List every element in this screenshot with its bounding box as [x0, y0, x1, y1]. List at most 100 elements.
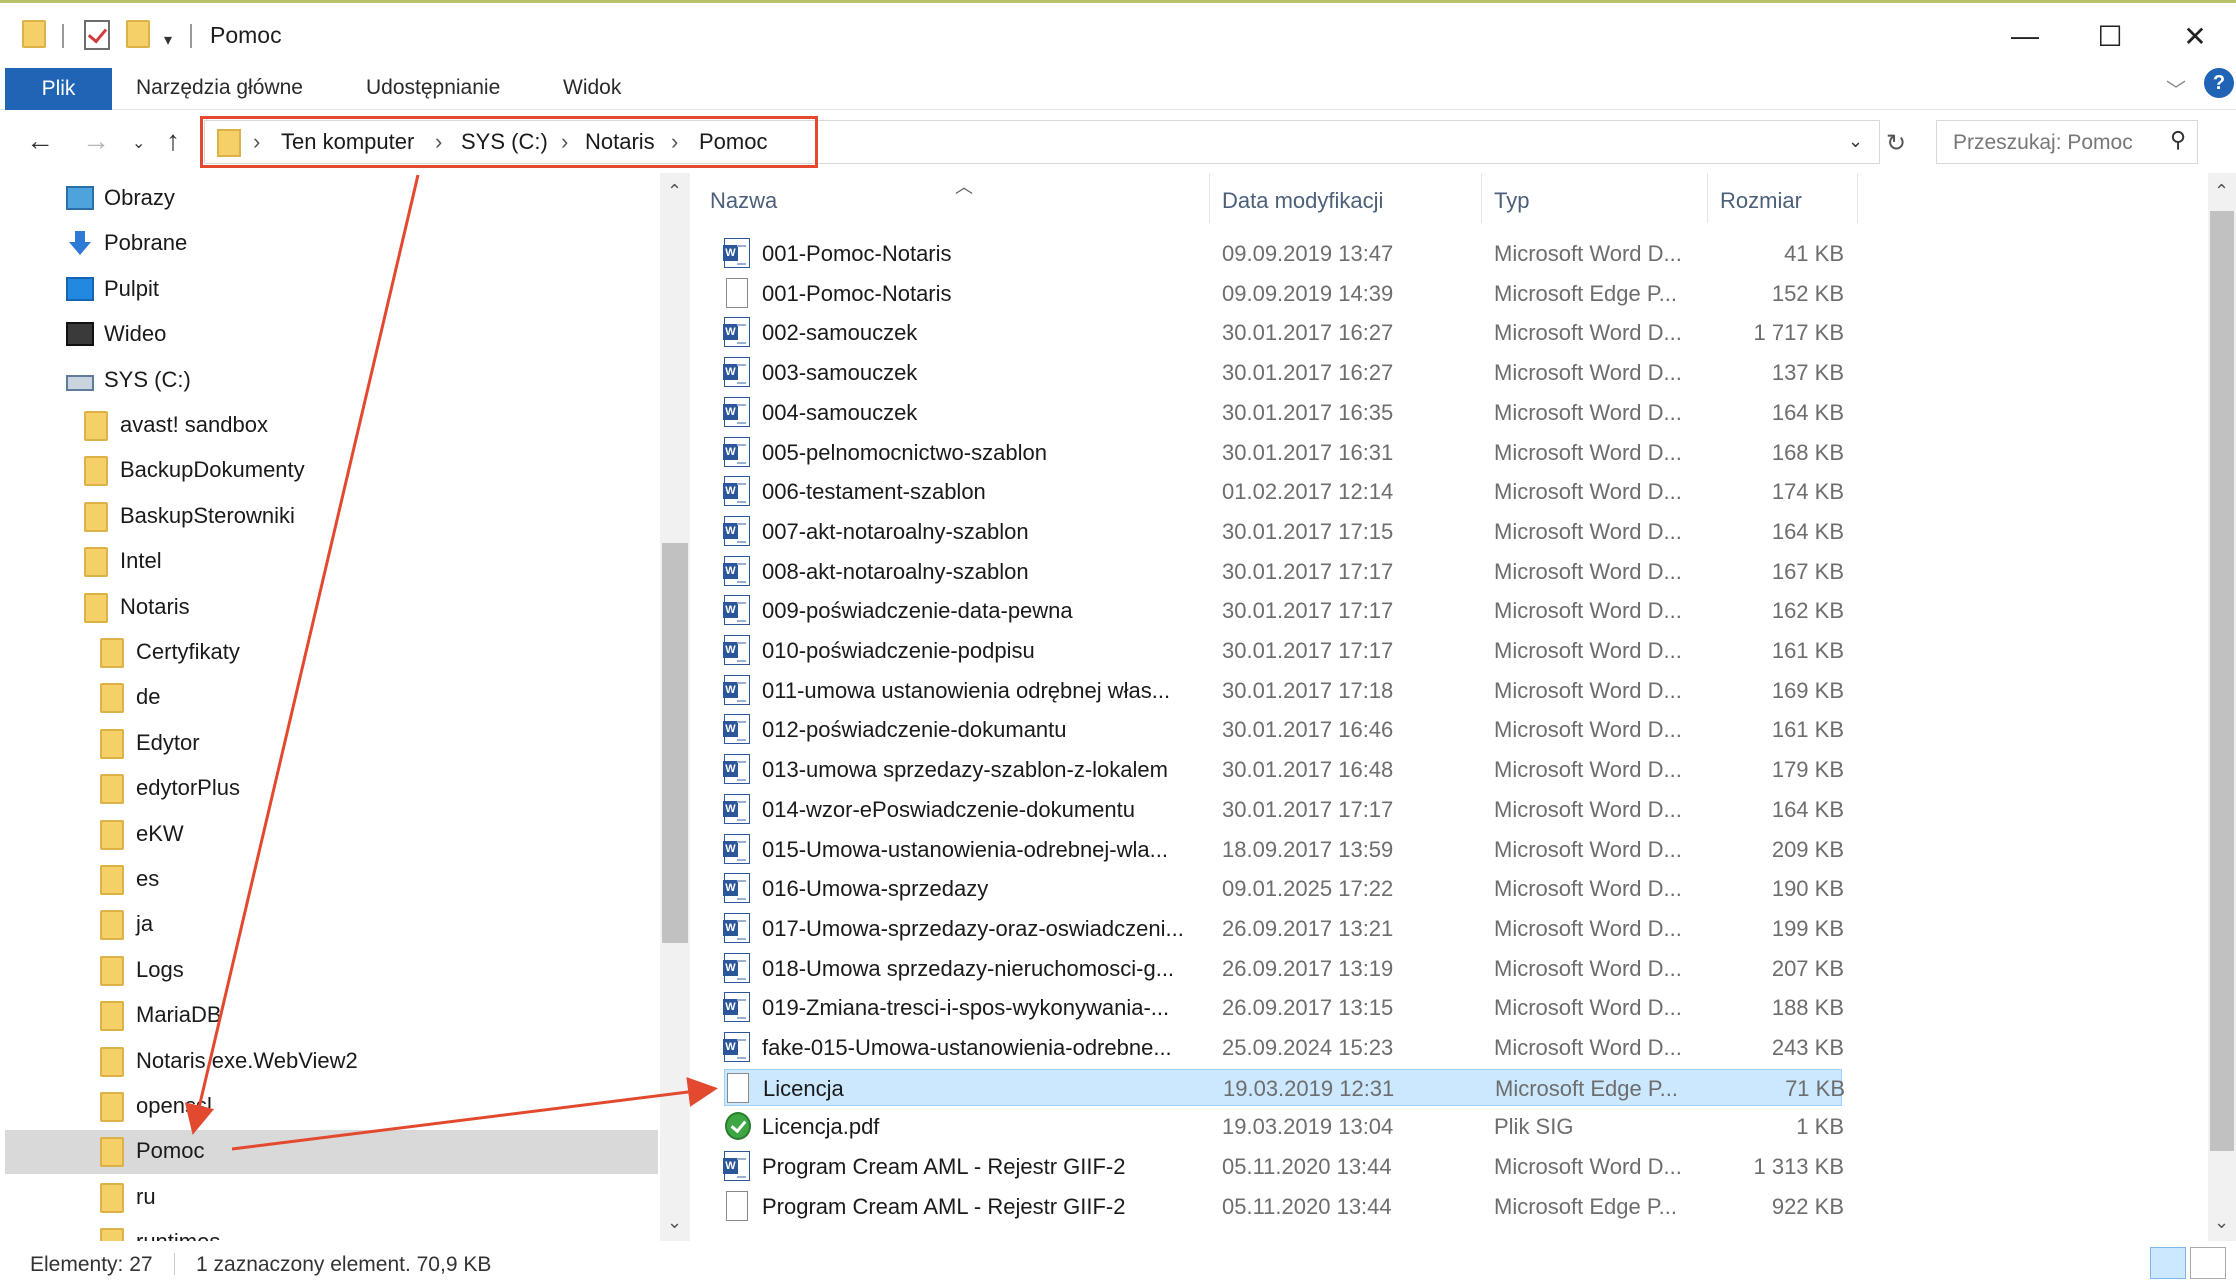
file-row[interactable]: 018-Umowa sprzedazy-nieruchomosci-g... 26…	[723, 950, 1844, 987]
file-row[interactable]: fake-015-Umowa-ustanowienia-odrebne... 25…	[723, 1029, 1844, 1066]
file-row[interactable]: 006-testament-szablon 01.02.2017 12:14 Mic…	[723, 473, 1844, 510]
tree-item[interactable]: SYS (C:)	[0, 359, 660, 403]
file-row[interactable]: 007-akt-notaroalny-szablon 30.01.2017 17:…	[723, 513, 1844, 550]
search-input[interactable]: Przeszukaj: Pomoc	[1953, 131, 2133, 155]
column-header-type[interactable]: Typ	[1494, 173, 1694, 223]
tree-item[interactable]: Edytor	[0, 722, 660, 766]
tree-item[interactable]: MariaDB	[0, 994, 660, 1038]
properties-icon[interactable]	[84, 20, 110, 50]
tree-item[interactable]: Certyfikaty	[0, 631, 660, 675]
file-list[interactable]: ︿ Nazwa Data modyfikacji Typ Rozmiar 001…	[690, 173, 2210, 1241]
maximize-button[interactable]: ☐	[2070, 14, 2150, 58]
tree-item[interactable]: es	[0, 858, 660, 902]
tab-widok[interactable]: Widok	[563, 76, 621, 100]
tab-udostepnianie[interactable]: Udostępnianie	[366, 76, 500, 100]
tree-item[interactable]: Pobrane	[0, 222, 660, 266]
column-divider[interactable]	[1857, 173, 1858, 223]
file-row[interactable]: 015-Umowa-ustanowienia-odrebnej-wla... 18…	[723, 831, 1844, 868]
file-row[interactable]: 001-Pomoc-Notaris 09.09.2019 14:39 Microso…	[724, 275, 1844, 312]
column-divider[interactable]	[1707, 173, 1708, 223]
breadcrumb-separator[interactable]: ›	[253, 129, 260, 155]
forward-arrow-icon[interactable]: →	[82, 125, 110, 157]
search-icon[interactable]: ⚲	[2170, 127, 2186, 153]
help-icon[interactable]: ?	[2204, 68, 2234, 98]
scroll-down-icon[interactable]: ⌄	[667, 1212, 682, 1233]
tree-item[interactable]: Obrazy	[0, 177, 660, 221]
breadcrumb-separator[interactable]: ›	[671, 129, 678, 155]
file-row[interactable]: Licencja 19.03.2019 12:31 Microsoft Edge P…	[724, 1069, 1845, 1106]
file-row[interactable]: Program Cream AML - Rejestr GIIF-2 05.11.…	[723, 1148, 1844, 1185]
tree-item[interactable]: Intel	[0, 540, 660, 584]
up-arrow-icon[interactable]: ↑	[166, 125, 180, 157]
breadcrumb-pomoc[interactable]: Pomoc	[699, 129, 767, 155]
column-header-date[interactable]: Data modyfikacji	[1222, 173, 1422, 223]
breadcrumb-notaris[interactable]: Notaris	[585, 129, 655, 155]
file-row[interactable]: 013-umowa sprzedazy-szablon-z-lokalem 30.…	[723, 751, 1844, 788]
file-row[interactable]: 004-samouczek 30.01.2017 16:35 Microsoft W…	[723, 394, 1844, 431]
tree-item[interactable]: ja	[0, 903, 660, 947]
file-row[interactable]: 005-pelnomocnictwo-szablon 30.01.2017 16:…	[723, 434, 1844, 471]
file-row[interactable]: 008-akt-notaroalny-szablon 30.01.2017 17:…	[723, 553, 1844, 590]
tree-item[interactable]: BaskupSterowniki	[0, 495, 660, 539]
new-folder-icon[interactable]	[126, 20, 150, 48]
column-divider[interactable]	[1481, 173, 1482, 223]
breadcrumb-ten-komputer[interactable]: Ten komputer	[281, 129, 414, 155]
file-row[interactable]: 002-samouczek 30.01.2017 16:27 Microsoft W…	[723, 314, 1844, 351]
tab-narzedzia-glowne[interactable]: Narzędzia główne	[136, 76, 303, 100]
navigation-pane[interactable]: Obrazy Pobrane Pulpit Wideo SYS (C:) avast! s…	[0, 173, 660, 1241]
breadcrumb-separator[interactable]: ›	[435, 129, 442, 155]
column-header-size[interactable]: Rozmiar	[1720, 173, 1840, 223]
tab-plik[interactable]: Plik	[5, 68, 112, 110]
file-row[interactable]: 010-poświadczenie-podpisu 30.01.2017 17:1…	[723, 632, 1844, 669]
file-row[interactable]: 016-Umowa-sprzedazy 09.01.2025 17:22 Micro…	[723, 870, 1844, 907]
breadcrumb-sys-c[interactable]: SYS (C:)	[461, 129, 548, 155]
minimize-button[interactable]: —	[1985, 14, 2065, 58]
tree-item[interactable]: BackupDokumenty	[0, 449, 660, 493]
file-row[interactable]: 003-samouczek 30.01.2017 16:27 Microsoft W…	[723, 354, 1844, 391]
file-size: 922 KB	[1771, 1194, 1844, 1219]
back-arrow-icon[interactable]: ←	[26, 125, 54, 157]
tree-item[interactable]: avast! sandbox	[0, 404, 660, 448]
file-row[interactable]: Program Cream AML - Rejestr GIIF-2 05.11.…	[724, 1188, 1844, 1225]
tree-item[interactable]: edytorPlus	[0, 767, 660, 811]
scroll-up-icon[interactable]: ⌃	[667, 181, 682, 202]
scroll-up-icon[interactable]: ⌃	[2214, 181, 2229, 202]
tree-item[interactable]: Wideo	[0, 313, 660, 357]
navigation-pane-scrollbar[interactable]: ⌃ ⌄	[660, 173, 690, 1241]
address-dropdown-icon[interactable]: ⌄	[1848, 131, 1863, 152]
column-header-name[interactable]: Nazwa	[710, 173, 1040, 223]
file-row[interactable]: 014-wzor-ePoswiadczenie-dokumentu 30.01.2…	[723, 791, 1844, 828]
close-button[interactable]: ✕	[2155, 14, 2235, 58]
scroll-down-icon[interactable]: ⌄	[2214, 1212, 2229, 1233]
tree-item[interactable]: eKW	[0, 813, 660, 857]
large-icons-view-icon[interactable]	[2190, 1247, 2226, 1279]
scrollbar-thumb[interactable]	[662, 543, 688, 943]
breadcrumb-separator[interactable]: ›	[561, 129, 568, 155]
tree-item[interactable]: de	[0, 676, 660, 720]
tree-item[interactable]: Logs	[0, 949, 660, 993]
expand-ribbon-icon[interactable]: ﹀	[2166, 74, 2186, 103]
tree-item[interactable]: runtimes	[0, 1221, 660, 1241]
address-bar[interactable]: › Ten komputer › SYS (C:) › Notaris › Po…	[204, 120, 1880, 164]
column-divider[interactable]	[1209, 173, 1210, 223]
tree-item[interactable]: openssl	[0, 1085, 660, 1129]
file-list-scrollbar[interactable]: ⌃ ⌄	[2208, 173, 2236, 1241]
file-row[interactable]: 001-Pomoc-Notaris 09.09.2019 13:47 Microso…	[723, 235, 1844, 272]
tree-item[interactable]: Notaris	[0, 586, 660, 630]
file-row[interactable]: 012-poświadczenie-dokumantu 30.01.2017 16…	[723, 711, 1844, 748]
file-row[interactable]: 019-Zmiana-tresci-i-spos-wykonywania-...…	[723, 989, 1844, 1026]
tree-item[interactable]: Pulpit	[0, 268, 660, 312]
tree-item[interactable]: ru	[0, 1176, 660, 1220]
file-row[interactable]: 009-poświadczenie-data-pewna 30.01.2017 1…	[723, 592, 1844, 629]
file-row[interactable]: 011-umowa ustanowienia odrębnej włas... 3…	[723, 672, 1844, 709]
tree-item[interactable]: Pomoc	[5, 1130, 658, 1174]
scrollbar-thumb[interactable]	[2210, 211, 2234, 1151]
details-view-icon[interactable]	[2150, 1247, 2186, 1279]
quick-access-dropdown-icon[interactable]: ▾	[164, 30, 172, 50]
search-box[interactable]: Przeszukaj: Pomoc	[1936, 120, 2198, 164]
refresh-icon[interactable]: ↻	[1886, 129, 1906, 158]
file-row[interactable]: Licencja.pdf 19.03.2019 13:04 Plik SIG 1 KB	[724, 1108, 1844, 1145]
recent-locations-chevron-icon[interactable]: ⌄	[132, 133, 145, 153]
tree-item[interactable]: Notaris.exe.WebView2	[0, 1040, 660, 1084]
file-row[interactable]: 017-Umowa-sprzedazy-oraz-oswiadczeni... 2…	[723, 910, 1844, 947]
